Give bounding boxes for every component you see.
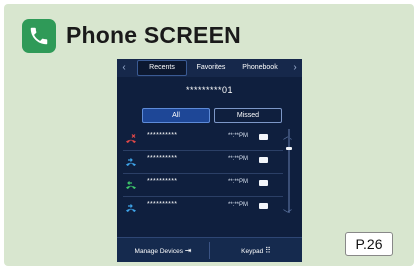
scroll-down-icon[interactable]: ﹀ — [283, 207, 292, 220]
outgoing-call-icon — [125, 155, 137, 173]
page-title: Phone SCREEN — [66, 22, 241, 48]
call-row[interactable]: ********** **:**PM — [123, 151, 283, 174]
phone-icon — [22, 19, 56, 53]
scrollbar[interactable] — [288, 129, 290, 213]
manage-devices-button[interactable]: Manage Devices ⇥ — [117, 238, 209, 262]
phone-display: ‹ Recents Favorites Phonebook › ********… — [117, 59, 302, 262]
tab-next-arrow-icon[interactable]: › — [288, 59, 302, 77]
tab-prev-arrow-icon[interactable]: ‹ — [117, 59, 131, 77]
number-display: *********01 — [185, 85, 234, 95]
call-row[interactable]: ********** **:**PM — [123, 174, 283, 197]
call-row[interactable]: ********** **:**PM — [123, 128, 283, 151]
keypad-icon: ⠿ — [265, 246, 271, 255]
contact-name: ********** — [147, 155, 178, 162]
missed-call-icon — [125, 132, 137, 150]
call-time: **:**PM — [228, 179, 249, 185]
device-icon: ⇥ — [184, 246, 192, 255]
keypad-label: Keypad — [241, 248, 264, 255]
manage-devices-label: Manage Devices — [134, 248, 183, 255]
message-icon[interactable] — [259, 180, 268, 186]
call-time: **:**PM — [228, 202, 249, 208]
message-icon[interactable] — [259, 134, 268, 140]
call-row[interactable]: ********** **:**PM — [123, 197, 283, 219]
message-icon[interactable] — [259, 157, 268, 163]
filter-missed-button[interactable]: Missed — [214, 108, 282, 123]
keypad-button[interactable]: Keypad ⠿ — [210, 238, 302, 262]
outgoing-call-icon — [125, 201, 137, 219]
contact-name: ********** — [147, 178, 178, 185]
contact-name: ********** — [147, 132, 178, 139]
incoming-call-icon — [125, 178, 137, 196]
bottom-bar: Manage Devices ⇥ Keypad ⠿ — [117, 237, 302, 262]
tab-favorites[interactable]: Favorites — [189, 61, 233, 75]
filter-all-button[interactable]: All — [142, 108, 210, 123]
contact-name: ********** — [147, 201, 178, 208]
scrollbar-thumb[interactable] — [286, 147, 292, 150]
message-icon[interactable] — [259, 203, 268, 209]
tab-bar: ‹ Recents Favorites Phonebook › — [117, 59, 302, 77]
tab-phonebook[interactable]: Phonebook — [235, 61, 285, 75]
page-reference: P.26 — [345, 232, 393, 256]
call-time: **:**PM — [228, 133, 249, 139]
tab-recents[interactable]: Recents — [137, 60, 187, 76]
call-time: **:**PM — [228, 156, 249, 162]
